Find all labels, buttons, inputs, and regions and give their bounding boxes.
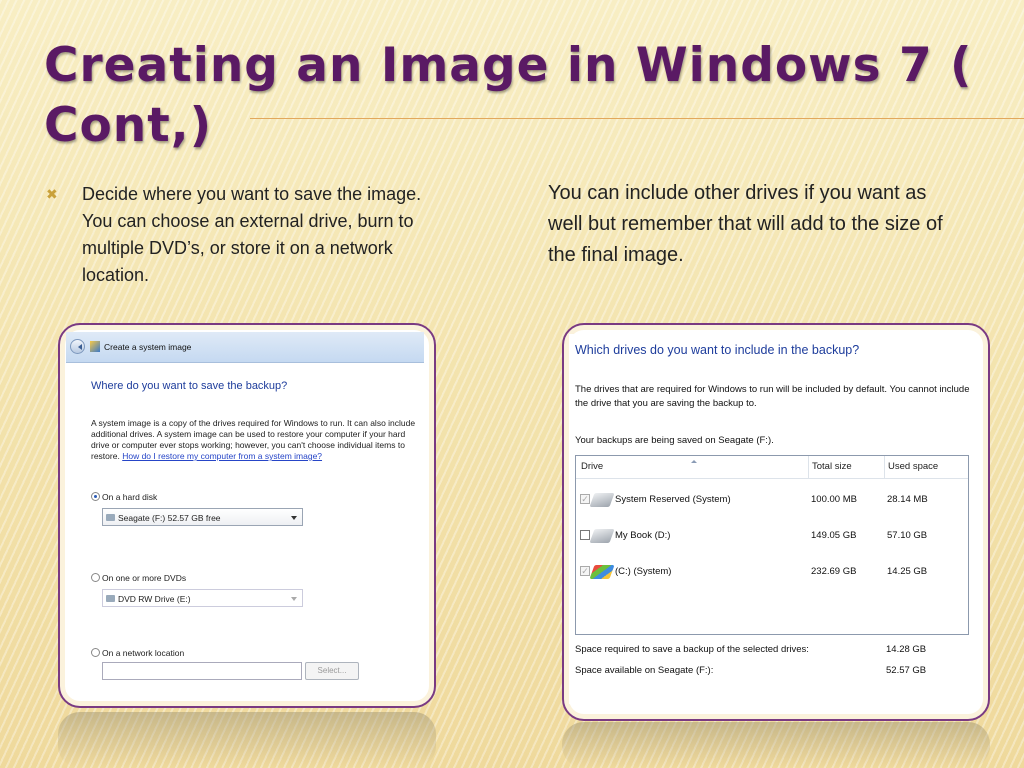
dvd-select[interactable]: DVD RW Drive (E:) bbox=[102, 589, 303, 607]
col-total-size[interactable]: Total size bbox=[812, 456, 852, 478]
drive-name: System Reserved (System) bbox=[615, 494, 731, 505]
dvd-value: DVD RW Drive (E:) bbox=[118, 594, 191, 604]
drive-total-size: 100.00 MB bbox=[811, 494, 857, 505]
col-drive[interactable]: Drive bbox=[581, 456, 603, 478]
drive-total-size: 232.69 GB bbox=[811, 566, 857, 577]
drive-used-space: 57.10 GB bbox=[887, 530, 928, 541]
sort-arrow-icon bbox=[691, 457, 697, 463]
radio-network[interactable] bbox=[91, 648, 100, 657]
network-location-input[interactable] bbox=[102, 662, 302, 680]
column-divider bbox=[884, 456, 885, 478]
radio-hard-disk[interactable] bbox=[91, 492, 100, 501]
chevron-down-icon bbox=[291, 597, 297, 604]
hard-drive-icon bbox=[589, 529, 615, 543]
table-row[interactable]: My Book (D:) 149.05 GB 57.10 GB bbox=[576, 521, 968, 551]
left-reflection bbox=[58, 712, 436, 768]
drives-description: The drives that are required for Windows… bbox=[575, 384, 970, 409]
label-network: On a network location bbox=[102, 648, 185, 658]
radio-dvd[interactable] bbox=[91, 573, 100, 582]
backup-icon bbox=[90, 341, 100, 352]
col-used-space[interactable]: Used space bbox=[888, 456, 938, 478]
chevron-down-icon bbox=[291, 516, 297, 523]
drive-name: (C:) (System) bbox=[615, 566, 672, 577]
table-header: Drive Total size Used space bbox=[576, 456, 968, 479]
right-reflection bbox=[562, 722, 990, 768]
hard-drive-icon bbox=[589, 493, 615, 507]
column-divider bbox=[808, 456, 809, 478]
drive-name: My Book (D:) bbox=[615, 530, 671, 541]
slide-title: Creating an Image in Windows 7 ( Cont,) bbox=[44, 38, 973, 153]
drive-used-space: 28.14 MB bbox=[887, 494, 928, 505]
dialog-description: A system image is a copy of the drives r… bbox=[91, 418, 423, 462]
space-required-value: 14.28 GB bbox=[886, 644, 927, 655]
dvd-drive-icon bbox=[106, 595, 115, 602]
hard-disk-value: Seagate (F:) 52.57 GB free bbox=[118, 513, 221, 523]
windows-drive-icon bbox=[589, 565, 615, 579]
dialog-heading: Where do you want to save the backup? bbox=[91, 380, 288, 392]
drives-heading: Which drives do you want to include in t… bbox=[575, 343, 860, 357]
dialog-title-bar: Create a system image bbox=[66, 332, 424, 363]
dialog-title: Create a system image bbox=[104, 342, 192, 352]
select-button[interactable]: Select... bbox=[305, 662, 359, 680]
table-row[interactable]: ✓ (C:) (System) 232.69 GB 14.25 GB bbox=[576, 557, 968, 587]
row-checkbox[interactable]: ✓ bbox=[580, 494, 590, 504]
drives-table: Drive Total size Used space ✓ System Res… bbox=[575, 455, 969, 635]
hard-disk-select[interactable]: Seagate (F:) 52.57 GB free bbox=[102, 508, 303, 526]
right-text: You can include other drives if you want… bbox=[548, 182, 943, 266]
bullet-text: Decide where you want to save the image.… bbox=[82, 184, 422, 285]
row-checkbox[interactable] bbox=[580, 530, 590, 540]
title-rule bbox=[250, 118, 1024, 119]
create-system-image-dialog: Create a system image Where do you want … bbox=[66, 332, 424, 692]
back-button[interactable] bbox=[70, 339, 85, 354]
saved-on-text: Your backups are being saved on Seagate … bbox=[575, 435, 774, 446]
row-checkbox[interactable]: ✓ bbox=[580, 566, 590, 576]
drive-total-size: 149.05 GB bbox=[811, 530, 857, 541]
table-row[interactable]: ✓ System Reserved (System) 100.00 MB 28.… bbox=[576, 485, 968, 515]
label-hard-disk: On a hard disk bbox=[102, 492, 158, 502]
drive-selection-dialog: Which drives do you want to include in t… bbox=[569, 334, 977, 704]
help-link[interactable]: How do I restore my computer from a syst… bbox=[122, 451, 322, 461]
drive-icon bbox=[106, 514, 115, 521]
label-dvd: On one or more DVDs bbox=[102, 573, 187, 583]
bullet-icon: ✖ bbox=[46, 186, 58, 202]
space-available-value: 52.57 GB bbox=[886, 665, 927, 676]
drive-used-space: 14.25 GB bbox=[887, 566, 928, 577]
space-available-label: Space available on Seagate (F:): bbox=[575, 665, 714, 676]
space-required-label: Space required to save a backup of the s… bbox=[575, 644, 809, 655]
